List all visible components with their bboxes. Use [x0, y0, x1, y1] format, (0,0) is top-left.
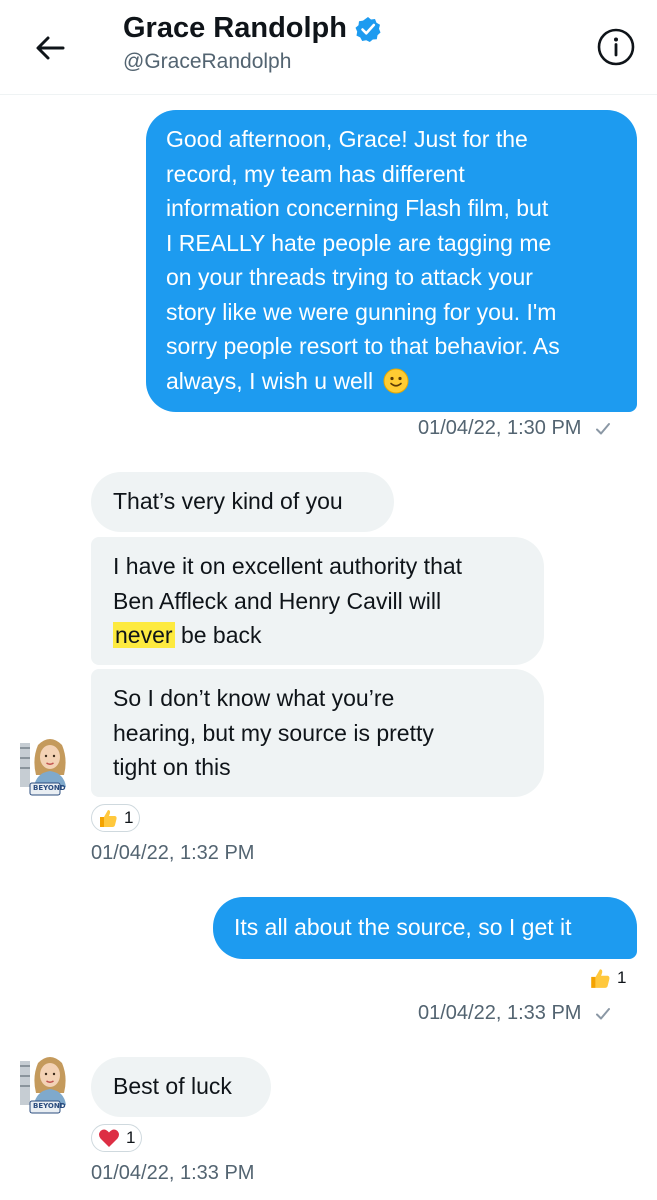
message-text-line: sorry people resort to that behavior. As	[166, 333, 560, 359]
message-bubble-incoming[interactable]: That’s very kind of you	[91, 472, 394, 532]
avatar-badge-text: BEYOND	[33, 1102, 66, 1110]
sent-checkmark-icon	[596, 423, 611, 435]
message-text-line: story like we were gunning for you. I'm	[166, 298, 557, 325]
reaction-count: 1	[124, 808, 134, 827]
message-text-line: on your threads trying to attack your	[166, 264, 533, 290]
reaction-count: 1	[617, 968, 627, 987]
sent-checkmark-icon	[596, 1008, 611, 1020]
heart-icon	[99, 1129, 119, 1147]
message-text-line: tight on this	[113, 754, 231, 780]
conversation-header: Grace Randolph @GraceRandolph	[0, 0, 657, 95]
reaction-heart[interactable]: 1	[91, 1124, 143, 1152]
message-timestamp: 01/04/22, 1:33 PM	[418, 1002, 611, 1025]
message-timestamp: 01/04/22, 1:33 PM	[91, 1162, 255, 1184]
avatar-badge-text: BEYOND	[33, 784, 66, 792]
message-bubble-incoming[interactable]: Best of luck	[91, 1057, 271, 1117]
slightly-smiling-face-icon	[383, 368, 409, 393]
conversation-info-button[interactable]	[594, 25, 638, 69]
avatar[interactable]: BEYOND	[18, 735, 82, 799]
back-arrow-icon	[36, 36, 65, 60]
thumbs-up-icon	[100, 810, 117, 827]
message-text-line: Ben Affleck and Henry Cavill will	[113, 587, 442, 614]
dm-conversation: Grace Randolph @GraceRandolph Good after…	[0, 0, 657, 1200]
message-text-line: always, I wish u well	[166, 364, 619, 399]
reaction-thumbs-up[interactable]: 1	[91, 804, 141, 832]
message-text-line: never be back	[113, 618, 544, 653]
message-text-line: So I don’t know what you’re	[113, 685, 395, 711]
timestamp-text: 01/04/22, 1:33 PM	[418, 1002, 582, 1024]
message-text-line: record, my team has different	[166, 160, 465, 187]
message-timestamp: 01/04/22, 1:32 PM	[91, 842, 255, 864]
message-text-line: I have it on excellent authority that	[113, 553, 463, 579]
timestamp-text: 01/04/22, 1:30 PM	[418, 417, 582, 439]
contact-name[interactable]: Grace Randolph	[123, 12, 347, 45]
message-text-line: hearing, but my source is pretty	[113, 719, 434, 746]
reaction-count: 1	[126, 1128, 136, 1147]
contact-handle: @GraceRandolph	[123, 50, 292, 73]
highlighted-word: never	[113, 622, 175, 648]
info-icon	[597, 28, 635, 66]
reaction-thumbs-up[interactable]: 1	[589, 967, 626, 989]
message-bubble-outgoing[interactable]: Good afternoon, Grace! Just for the reco…	[146, 110, 637, 412]
message-bubble-incoming[interactable]: So I don’t know what you’re hearing, but…	[91, 669, 544, 797]
message-text-line: Best of luck	[113, 1073, 232, 1099]
contact-name-row[interactable]: Grace Randolph	[123, 12, 381, 45]
back-button[interactable]	[30, 28, 70, 68]
message-text-line: That’s very kind of you	[113, 488, 343, 514]
message-text-line: Good afternoon, Grace! Just for the	[166, 126, 528, 152]
avatar[interactable]: BEYOND	[18, 1053, 82, 1117]
message-text-fragment: be back	[180, 622, 262, 648]
message-text-line: information concerning Flash film, but	[166, 195, 549, 221]
message-timestamp: 01/04/22, 1:30 PM	[418, 417, 611, 440]
message-bubble-incoming[interactable]: I have it on excellent authority that Be…	[91, 537, 544, 665]
message-text-fragment: always, I wish u well	[166, 367, 374, 394]
message-text-line: I REALLY hate people are tagging me	[166, 229, 552, 256]
verified-badge-icon	[355, 16, 381, 42]
message-text-line: Its all about the source, so I get it	[234, 914, 572, 940]
message-bubble-outgoing[interactable]: Its all about the source, so I get it	[213, 897, 637, 959]
thumbs-up-icon	[591, 969, 610, 988]
